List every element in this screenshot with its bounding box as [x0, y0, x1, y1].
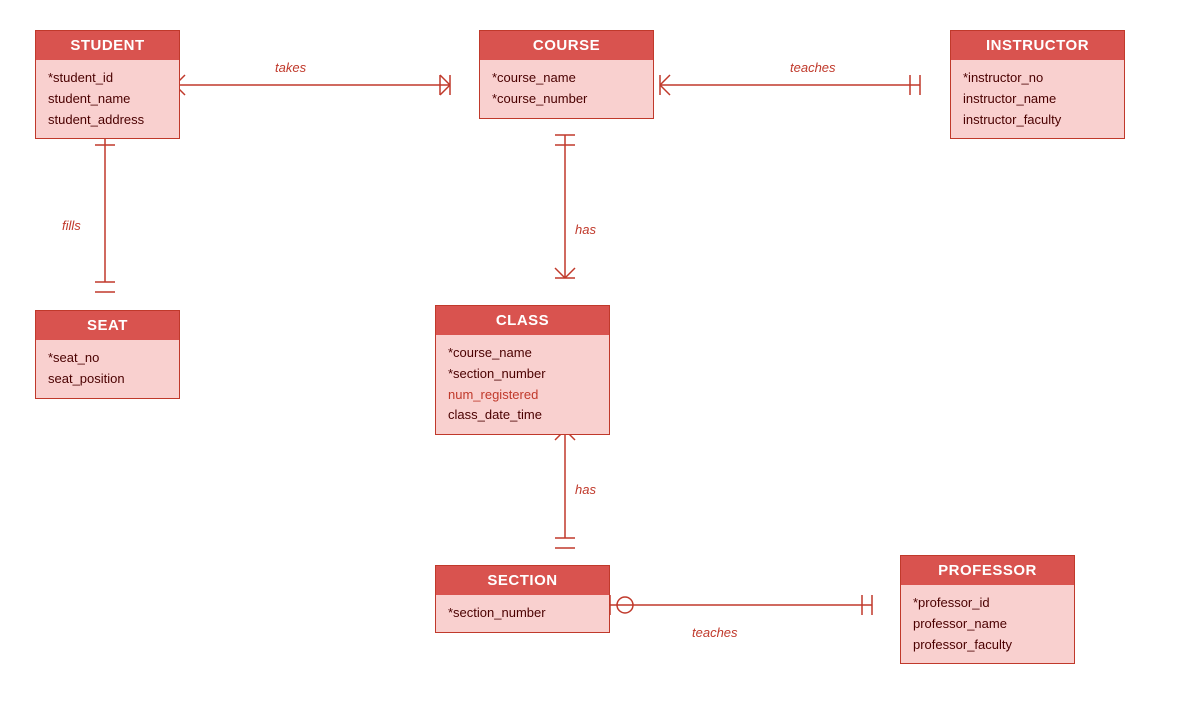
- diagram-container: STUDENT *student_id student_name student…: [0, 0, 1201, 724]
- field-professor-id: *professor_id: [913, 593, 1062, 614]
- entity-seat: SEAT *seat_no seat_position: [35, 310, 180, 399]
- label-has-section: has: [575, 482, 596, 497]
- entity-seat-header: SEAT: [36, 311, 179, 340]
- entity-seat-body: *seat_no seat_position: [36, 340, 179, 398]
- label-takes: takes: [275, 60, 306, 75]
- entity-student-header: STUDENT: [36, 31, 179, 60]
- entity-class-body: *course_name *section_number num_registe…: [436, 335, 609, 434]
- entity-professor-header: PROFESSOR: [901, 556, 1074, 585]
- entity-class-header: CLASS: [436, 306, 609, 335]
- label-fills: fills: [62, 218, 81, 233]
- entity-instructor-body: *instructor_no instructor_name instructo…: [951, 60, 1124, 138]
- entity-instructor: INSTRUCTOR *instructor_no instructor_nam…: [950, 30, 1125, 139]
- entity-student-body: *student_id student_name student_address: [36, 60, 179, 138]
- field-course-number: *course_number: [492, 89, 641, 110]
- field-class-num-registered: num_registered: [448, 385, 597, 406]
- field-class-section-number: *section_number: [448, 364, 597, 385]
- field-student-id: *student_id: [48, 68, 167, 89]
- field-section-number: *section_number: [448, 603, 597, 624]
- entity-course-header: COURSE: [480, 31, 653, 60]
- field-professor-faculty: professor_faculty: [913, 635, 1062, 656]
- field-seat-position: seat_position: [48, 369, 167, 390]
- field-student-address: student_address: [48, 110, 167, 131]
- entity-professor: PROFESSOR *professor_id professor_name p…: [900, 555, 1075, 664]
- entity-section: SECTION *section_number: [435, 565, 610, 633]
- entity-class: CLASS *course_name *section_number num_r…: [435, 305, 610, 435]
- entity-course: COURSE *course_name *course_number: [479, 30, 654, 119]
- label-has-class: has: [575, 222, 596, 237]
- entity-instructor-header: INSTRUCTOR: [951, 31, 1124, 60]
- field-seat-no: *seat_no: [48, 348, 167, 369]
- field-instructor-no: *instructor_no: [963, 68, 1112, 89]
- entity-section-body: *section_number: [436, 595, 609, 632]
- field-class-date-time: class_date_time: [448, 405, 597, 426]
- field-instructor-name: instructor_name: [963, 89, 1112, 110]
- entity-professor-body: *professor_id professor_name professor_f…: [901, 585, 1074, 663]
- label-teaches-instructor: teaches: [790, 60, 836, 75]
- field-course-name: *course_name: [492, 68, 641, 89]
- entity-student: STUDENT *student_id student_name student…: [35, 30, 180, 139]
- field-class-course-name: *course_name: [448, 343, 597, 364]
- field-professor-name: professor_name: [913, 614, 1062, 635]
- entity-course-body: *course_name *course_number: [480, 60, 653, 118]
- field-instructor-faculty: instructor_faculty: [963, 110, 1112, 131]
- entity-section-header: SECTION: [436, 566, 609, 595]
- label-teaches-professor: teaches: [692, 625, 738, 640]
- field-student-name: student_name: [48, 89, 167, 110]
